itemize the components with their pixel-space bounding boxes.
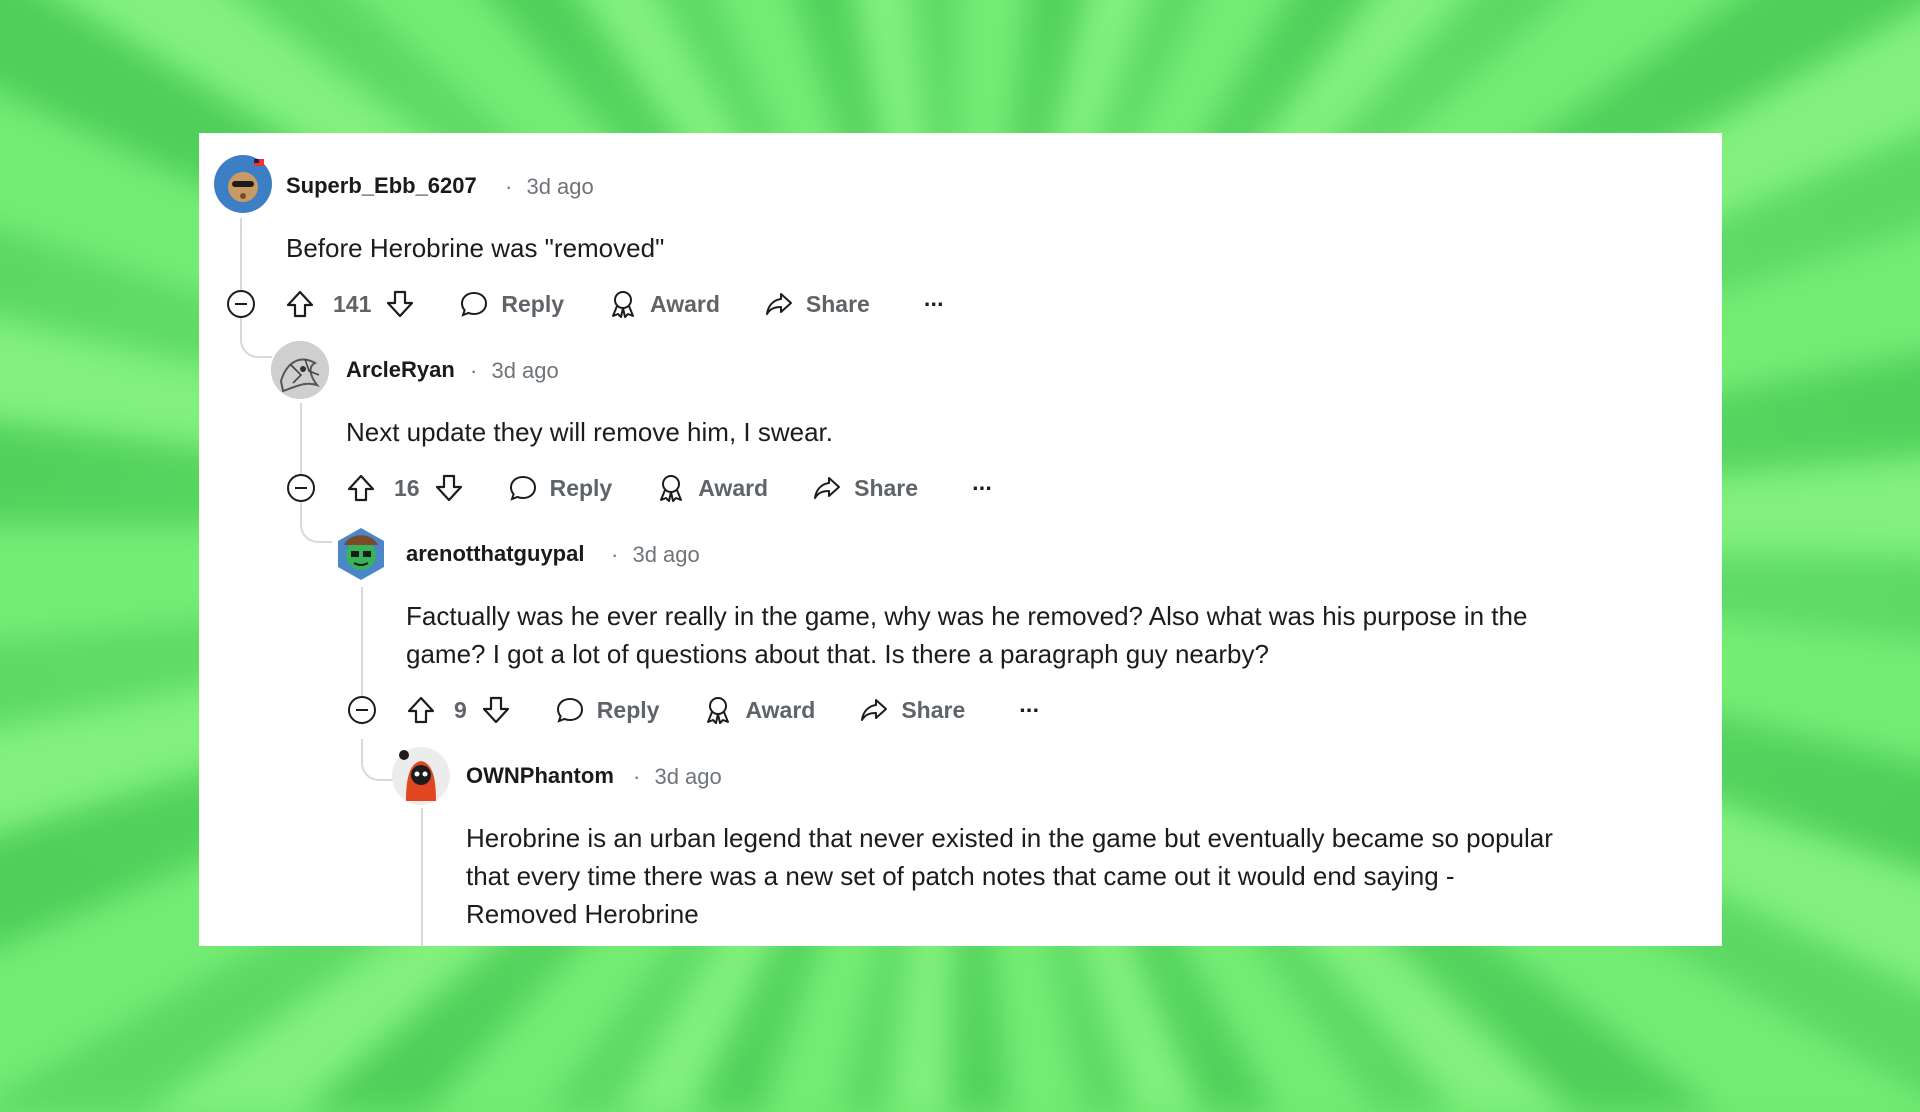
upvote-button[interactable] — [285, 289, 315, 319]
award-button[interactable]: Award — [703, 695, 815, 725]
upvote-icon — [407, 696, 435, 724]
thread-elbow-level-3 — [361, 739, 393, 781]
username[interactable]: Superb_Ebb_6207 — [286, 173, 477, 199]
timestamp-row: · 3d ago — [633, 764, 722, 790]
sketch-avatar-icon — [271, 341, 329, 399]
timestamp-row: · 3d ago — [611, 542, 700, 568]
username[interactable]: ArcleRyan — [346, 357, 455, 383]
comment-body: Factually was he ever really in the game… — [406, 597, 1696, 673]
share-button[interactable]: Share — [859, 695, 965, 725]
timestamp-row: · 3d ago — [505, 174, 594, 200]
timestamp[interactable]: 3d ago — [491, 358, 558, 383]
reply-label: Reply — [549, 474, 613, 501]
avatar[interactable] — [332, 525, 390, 583]
dot-separator: · — [611, 542, 619, 567]
upvote-icon — [347, 474, 375, 502]
share-button[interactable]: Share — [764, 289, 870, 319]
snoo-avatar-icon — [338, 528, 384, 580]
award-label: Award — [650, 290, 720, 317]
collapse-thread-button[interactable] — [227, 290, 255, 318]
comment-body-line: that every time there was a new set of p… — [466, 861, 1455, 891]
reply-label: Reply — [596, 696, 660, 723]
upvote-button[interactable] — [406, 695, 436, 725]
more-options-button[interactable]: ··· — [1019, 696, 1040, 724]
comment-actions: 141 Reply Award Share ··· — [285, 282, 945, 326]
reply-button[interactable]: Reply — [555, 695, 660, 725]
snoo-avatar-icon — [392, 747, 450, 805]
award-icon — [707, 697, 730, 724]
speech-bubble-icon — [556, 697, 583, 723]
share-icon — [814, 477, 841, 499]
ellipsis-icon: ··· — [923, 290, 945, 317]
share-icon — [861, 699, 888, 721]
comment-body: Next update they will remove him, I swea… — [346, 413, 1666, 451]
award-button[interactable]: Award — [656, 473, 768, 503]
share-label: Share — [805, 290, 870, 317]
downvote-button[interactable] — [385, 289, 415, 319]
comment-body-line: Herobrine is an urban legend that never … — [466, 823, 1553, 853]
share-button[interactable]: Share — [812, 473, 918, 503]
comment-body-line: Removed Herobrine — [466, 899, 699, 929]
dot-separator: · — [470, 358, 478, 383]
comment-body-line: Factually was he ever really in the game… — [406, 601, 1528, 631]
comment-body-line: Before Herobrine was "removed" — [286, 233, 665, 263]
share-label: Share — [901, 696, 966, 723]
comment-thread-card: Superb_Ebb_6207 · 3d ago Before Herobrin… — [199, 133, 1722, 946]
share-label: Share — [854, 474, 919, 501]
reply-label: Reply — [501, 290, 565, 317]
more-options-button[interactable]: ··· — [972, 474, 993, 502]
collapse-thread-button[interactable] — [287, 474, 315, 502]
downvote-button[interactable] — [481, 695, 511, 725]
ellipsis-icon: ··· — [1019, 696, 1040, 723]
downvote-icon — [435, 474, 462, 502]
comment-actions: 16 Reply Award Share ··· — [346, 466, 993, 510]
more-options-button[interactable]: ··· — [923, 290, 945, 318]
timestamp[interactable]: 3d ago — [654, 764, 721, 789]
collapse-thread-button[interactable] — [348, 696, 376, 724]
comment-actions: 9 Reply Award Share ··· — [406, 688, 1040, 732]
timestamp[interactable]: 3d ago — [632, 542, 699, 567]
award-label: Award — [745, 696, 816, 723]
snoo-avatar-icon — [220, 158, 266, 210]
avatar[interactable] — [392, 747, 450, 805]
thread-elbow-level-1 — [240, 316, 272, 358]
username[interactable]: OWNPhantom — [466, 763, 614, 789]
downvote-icon — [482, 696, 509, 724]
comment-body-line: game? I got a lot of questions about tha… — [406, 639, 1269, 669]
upvote-icon — [286, 290, 314, 318]
reply-button[interactable]: Reply — [508, 473, 613, 503]
comment-body-line: Next update they will remove him, I swea… — [346, 417, 833, 447]
timestamp[interactable]: 3d ago — [526, 174, 593, 199]
thread-elbow-level-2 — [300, 501, 332, 543]
dot-separator: · — [505, 174, 513, 199]
speech-bubble-icon — [461, 291, 488, 317]
award-icon — [612, 291, 635, 318]
avatar[interactable] — [214, 155, 272, 213]
username[interactable]: arenotthatguypal — [406, 541, 584, 567]
score: 16 — [394, 474, 420, 501]
ellipsis-icon: ··· — [972, 474, 993, 501]
score: 141 — [333, 290, 372, 317]
downvote-icon — [387, 290, 414, 318]
award-icon — [660, 475, 683, 502]
award-label: Award — [698, 474, 769, 501]
award-button[interactable]: Award — [608, 289, 720, 319]
speech-bubble-icon — [509, 475, 536, 501]
dot-separator: · — [633, 764, 641, 789]
avatar[interactable] — [271, 341, 329, 399]
comment-body: Herobrine is an urban legend that never … — [466, 819, 1696, 933]
share-icon — [765, 293, 792, 315]
timestamp-row: · 3d ago — [470, 358, 559, 384]
upvote-button[interactable] — [346, 473, 376, 503]
score: 9 — [454, 696, 467, 723]
reply-button[interactable]: Reply — [459, 289, 564, 319]
thread-line-level-4 — [421, 808, 423, 946]
comment-body: Before Herobrine was "removed" — [286, 229, 1666, 267]
downvote-button[interactable] — [434, 473, 464, 503]
